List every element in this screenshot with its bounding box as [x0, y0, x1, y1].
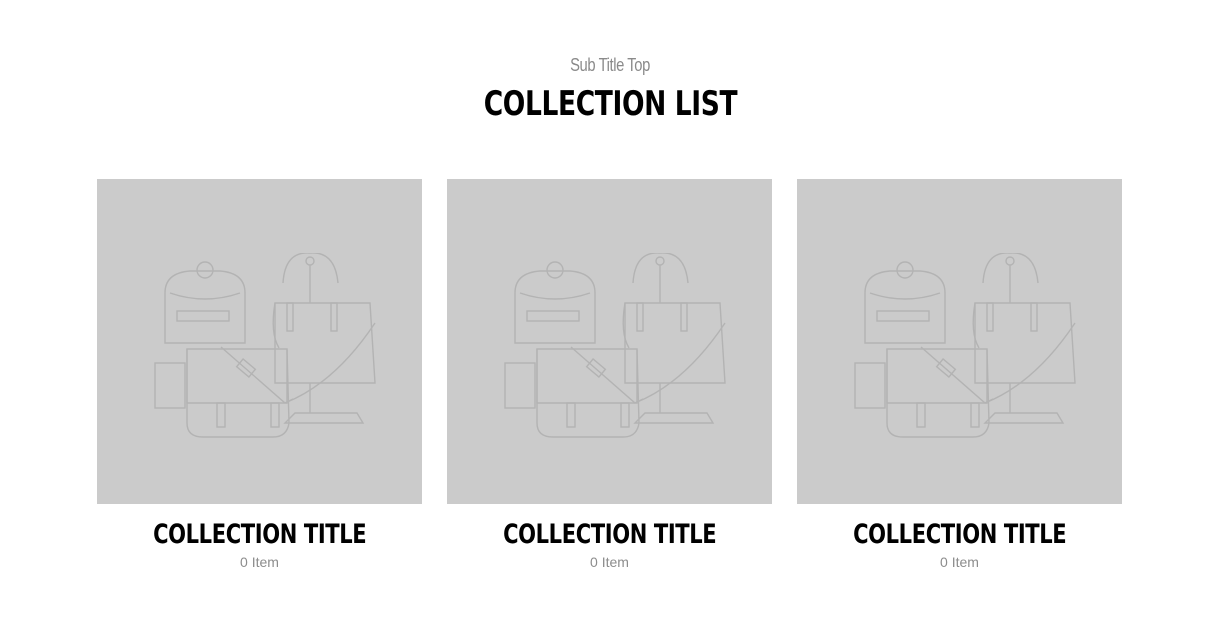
collection-card[interactable]: COLLECTION TITLE 0 Item [797, 179, 1122, 572]
collection-item-count: 0 Item [590, 554, 629, 570]
collection-item-count: 0 Item [940, 554, 979, 570]
section-subtitle: Sub Title Top [570, 55, 650, 75]
collection-title[interactable]: COLLECTION TITLE [447, 518, 772, 552]
collection-image[interactable] [97, 179, 422, 504]
collection-card[interactable]: COLLECTION TITLE 0 Item [447, 179, 772, 572]
collection-image[interactable] [797, 179, 1122, 504]
bags-placeholder-icon [853, 252, 1076, 438]
collection-item-count: 0 Item [240, 554, 279, 570]
section-title: COLLECTION LIST [0, 84, 1220, 124]
collection-grid: COLLECTION TITLE 0 Item COLLECTION TITLE… [97, 179, 1122, 572]
collection-title[interactable]: COLLECTION TITLE [97, 518, 422, 552]
collection-list-section: Sub Title Top COLLECTION LIST COLLECTION… [0, 0, 1232, 638]
section-title-text: COLLECTION LIST [483, 84, 737, 124]
collection-image[interactable] [447, 179, 772, 504]
collection-title[interactable]: COLLECTION TITLE [797, 518, 1122, 552]
bags-placeholder-icon [503, 252, 726, 438]
collection-card[interactable]: COLLECTION TITLE 0 Item [97, 179, 422, 572]
bags-placeholder-icon [153, 252, 376, 438]
